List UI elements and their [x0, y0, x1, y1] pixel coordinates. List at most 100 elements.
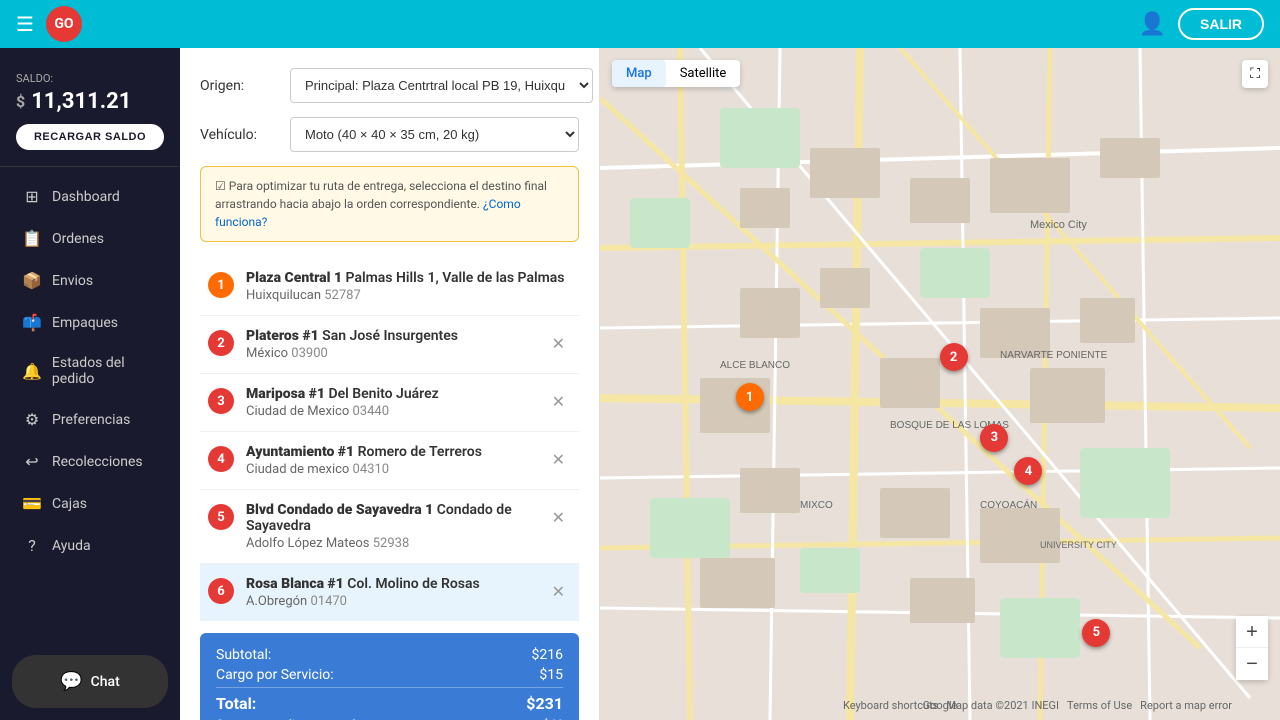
sidebar-item-cajas[interactable]: 💳 Cajas — [6, 483, 174, 524]
report-error[interactable]: Report a map error — [1140, 699, 1232, 712]
subtotal-row: Subtotal: $216 — [216, 647, 563, 663]
vehiculo-select[interactable]: Moto (40 × 40 × 35 cm, 20 kg) — [290, 117, 579, 152]
stop-item: 2 Plateros #1 San José Insurgentes Méxic… — [200, 316, 579, 374]
sidebar-item-dashboard[interactable]: ⊞ Dashboard — [6, 176, 174, 217]
stop-info: Plateros #1 San José Insurgentes México … — [246, 328, 546, 361]
remove-stop-button[interactable]: ✕ — [546, 390, 571, 414]
stop-info: Mariposa #1 Del Benito Juárez Ciudad de … — [246, 386, 546, 419]
origen-label: Origen: — [200, 78, 290, 94]
balance-amount: $ 11,311.21 — [16, 89, 164, 114]
stop-item: 3 Mariposa #1 Del Benito Juárez Ciudad d… — [200, 374, 579, 432]
fullscreen-button[interactable]: ⛶ — [1242, 60, 1268, 88]
envios-icon: 📦 — [22, 271, 42, 290]
subtotal-label: Subtotal: — [216, 647, 271, 663]
stops-list: 1 Plaza Central 1 Palmas Hills 1, Valle … — [200, 258, 579, 621]
stop-name: Rosa Blanca #1 Col. Molino de Rosas — [246, 576, 546, 592]
stop-info: Rosa Blanca #1 Col. Molino de Rosas A.Ob… — [246, 576, 546, 609]
svg-text:ALCE BLANCO: ALCE BLANCO — [720, 360, 790, 371]
map-tabs: Map Satellite — [612, 60, 740, 87]
preferencias-icon: ⚙ — [22, 410, 42, 429]
map-tab-satellite[interactable]: Satellite — [666, 60, 741, 87]
cajas-label: Cajas — [52, 496, 87, 512]
ayuda-icon: ? — [22, 536, 42, 555]
map-pin-1: 1 — [736, 383, 764, 411]
remove-stop-button[interactable]: ✕ — [546, 506, 571, 530]
empaques-label: Empaques — [52, 315, 118, 331]
cajas-icon: 💳 — [22, 494, 42, 513]
vehiculo-label: Vehículo: — [200, 127, 290, 143]
balance-label: SALDO: — [16, 72, 164, 85]
envios-label: Envios — [52, 273, 93, 289]
stop-item: 6 Rosa Blanca #1 Col. Molino de Rosas A.… — [200, 564, 579, 621]
stop-zip: 52938 — [373, 536, 410, 551]
zoom-in-button[interactable]: + — [1236, 616, 1268, 648]
stop-address: Adolfo López Mateos 52938 — [246, 536, 546, 551]
stop-info: Ayuntamiento #1 Romero de Terreros Ciuda… — [246, 444, 546, 477]
recolecciones-label: Recolecciones — [52, 454, 143, 470]
chat-label: Chat — [91, 674, 120, 690]
remove-stop-button[interactable]: ✕ — [546, 580, 571, 604]
balance-value: 11,311.21 — [31, 89, 131, 114]
sidebar-item-ordenes[interactable]: 📋 Ordenes — [6, 218, 174, 259]
stop-zip: 01470 — [310, 594, 347, 609]
terms-of-use[interactable]: Terms of Use — [1067, 699, 1132, 712]
map-pin-4: 4 — [1014, 457, 1042, 485]
stop-item: 4 Ayuntamiento #1 Romero de Terreros Ciu… — [200, 432, 579, 490]
subtotal-value: $216 — [532, 647, 563, 663]
stop-info: Plaza Central 1 Palmas Hills 1, Valle de… — [246, 270, 571, 303]
stop-number: 1 — [208, 272, 234, 298]
stop-name: Plateros #1 San José Insurgentes — [246, 328, 546, 344]
sidebar-item-recolecciones[interactable]: ↩ Recolecciones — [6, 441, 174, 482]
topbar: ☰ GO 👤 SALIR — [0, 0, 1280, 48]
cargo-row: Cargo por Servicio: $15 — [216, 667, 563, 683]
total-label: Total: — [216, 694, 256, 713]
sidebar-item-estados[interactable]: 🔔 Estados del pedido — [6, 344, 174, 398]
recargar-button[interactable]: RECARGAR SALDO — [16, 124, 164, 150]
stop-name: Plaza Central 1 Palmas Hills 1, Valle de… — [246, 270, 571, 286]
preferencias-label: Preferencias — [52, 412, 130, 428]
ayuda-label: Ayuda — [52, 538, 91, 554]
stop-number: 2 — [208, 330, 234, 356]
dashboard-icon: ⊞ — [22, 187, 42, 206]
nav-menu: ⊞ Dashboard 📋 Ordenes 📦 Envios 📫 Empaque… — [0, 175, 180, 567]
sidebar-item-empaques[interactable]: 📫 Empaques — [6, 302, 174, 343]
menu-icon[interactable]: ☰ — [16, 12, 34, 36]
cargo-label: Cargo por Servicio: — [216, 667, 334, 683]
origen-select[interactable]: Principal: Plaza Centrtral local PB 19, … — [290, 68, 593, 103]
map-zoom: + − — [1236, 616, 1268, 680]
map-tab-map[interactable]: Map — [612, 60, 666, 87]
sidebar: SALDO: $ 11,311.21 RECARGAR SALDO ⊞ Dash… — [0, 48, 180, 720]
map-terms: Keyboard shortcuts Map data ©2021 INEGI … — [843, 699, 1232, 712]
stop-address: Ciudad de Mexico 03440 — [246, 404, 546, 419]
summary-box: Subtotal: $216 Cargo por Servicio: $15 T… — [200, 633, 579, 720]
stop-zip: 03440 — [353, 404, 390, 419]
logo: GO — [46, 6, 82, 42]
info-box: ☑ Para optimizar tu ruta de entrega, sel… — [200, 166, 579, 242]
stop-number: 4 — [208, 446, 234, 472]
stop-zip: 52787 — [324, 288, 361, 303]
estados-icon: 🔔 — [22, 362, 42, 381]
remove-stop-button[interactable]: ✕ — [546, 332, 571, 356]
stop-zip: 03900 — [291, 346, 328, 361]
sidebar-item-envios[interactable]: 📦 Envios — [6, 260, 174, 301]
svg-text:Mexico City: Mexico City — [1030, 219, 1087, 231]
stop-number: 5 — [208, 504, 234, 530]
map-pin-2: 2 — [940, 343, 968, 371]
user-icon[interactable]: 👤 — [1139, 12, 1166, 37]
sidebar-item-ayuda[interactable]: ? Ayuda — [6, 525, 174, 566]
ordenes-label: Ordenes — [52, 231, 104, 247]
chat-button[interactable]: 💬 Chat — [12, 655, 168, 708]
stop-number: 6 — [208, 578, 234, 604]
total-row: Total: $231 — [216, 687, 563, 713]
main-layout: SALDO: $ 11,311.21 RECARGAR SALDO ⊞ Dash… — [0, 48, 1280, 720]
currency-symbol: $ — [16, 92, 25, 111]
map-pin-5: 5 — [1082, 619, 1110, 647]
remove-stop-button[interactable]: ✕ — [546, 448, 571, 472]
stop-address: México 03900 — [246, 346, 546, 361]
zoom-out-button[interactable]: − — [1236, 648, 1268, 680]
sidebar-item-preferencias[interactable]: ⚙ Preferencias — [6, 399, 174, 440]
ordenes-icon: 📋 — [22, 229, 42, 248]
checkbox-icon: ☑ — [215, 179, 229, 193]
salir-button[interactable]: SALIR — [1178, 8, 1264, 40]
map-area: Mexico City BOSQUE DE LAS LOMAS COYOACÁN… — [600, 48, 1280, 720]
